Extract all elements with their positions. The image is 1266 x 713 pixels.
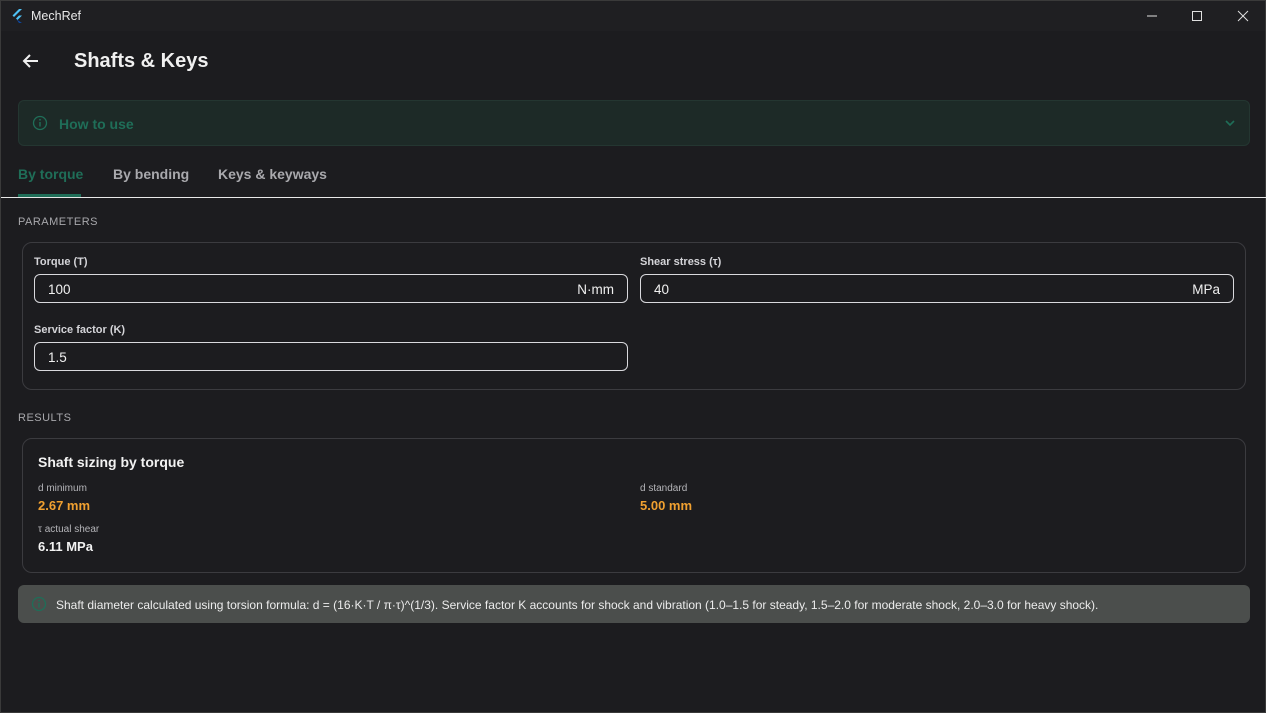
shear-stress-field[interactable]: 40 MPa — [640, 274, 1234, 303]
minimize-button[interactable] — [1129, 1, 1175, 31]
torque-label: Torque (T) — [34, 256, 88, 268]
shear-stress-value: 40 — [654, 282, 670, 297]
torque-value: 100 — [48, 282, 71, 297]
maximize-icon — [1192, 11, 1202, 21]
torque-unit: N·mm — [577, 282, 614, 297]
info-icon — [31, 596, 47, 612]
d-minimum-label: d minimum — [38, 483, 87, 494]
tab-divider — [1, 197, 1266, 198]
d-standard-label: d standard — [640, 483, 688, 494]
actual-shear-value: 6.11 MPa — [38, 539, 93, 554]
formula-note: Shaft diameter calculated using torsion … — [18, 585, 1250, 623]
close-icon — [1237, 10, 1249, 22]
back-button[interactable] — [17, 47, 45, 75]
service-factor-label: Service factor (K) — [34, 324, 126, 336]
flutter-logo-icon — [12, 9, 22, 23]
info-icon — [32, 115, 48, 131]
app-window: MechRef Shafts & Keys How to use By torq… — [0, 0, 1266, 713]
results-card: Shaft sizing by torque d minimum 2.67 mm… — [22, 438, 1246, 573]
d-minimum-value: 2.67 mm — [38, 498, 91, 513]
shear-stress-unit: MPa — [1192, 282, 1220, 297]
how-to-use-label: How to use — [59, 116, 134, 132]
title-bar: MechRef — [1, 1, 1265, 31]
service-factor-value: 1.5 — [48, 350, 67, 365]
service-factor-field[interactable]: 1.5 — [34, 342, 628, 371]
page-title: Shafts & Keys — [74, 50, 209, 72]
window-title: MechRef — [31, 9, 82, 23]
results-card-title: Shaft sizing by torque — [38, 454, 185, 470]
parameters-card: Torque (T) 100 N·mm Shear stress (τ) 40 … — [22, 242, 1246, 390]
tab-by-torque[interactable]: By torque — [18, 166, 83, 196]
how-to-use-panel[interactable]: How to use — [18, 100, 1250, 146]
maximize-button[interactable] — [1174, 1, 1220, 31]
tab-by-bending[interactable]: By bending — [113, 166, 189, 196]
shear-stress-label: Shear stress (τ) — [640, 256, 722, 268]
d-standard-value: 5.00 mm — [640, 498, 693, 513]
minimize-icon — [1147, 15, 1157, 17]
tab-keys-keyways[interactable]: Keys & keyways — [218, 166, 327, 196]
results-heading: RESULTS — [18, 412, 72, 424]
parameters-heading: PARAMETERS — [18, 216, 98, 228]
arrow-back-icon — [22, 54, 38, 68]
torque-field[interactable]: 100 N·mm — [34, 274, 628, 303]
actual-shear-label: τ actual shear — [38, 524, 100, 535]
formula-note-text: Shaft diameter calculated using torsion … — [56, 598, 1099, 612]
chevron-down-icon — [1225, 120, 1235, 127]
close-button[interactable] — [1220, 1, 1266, 31]
